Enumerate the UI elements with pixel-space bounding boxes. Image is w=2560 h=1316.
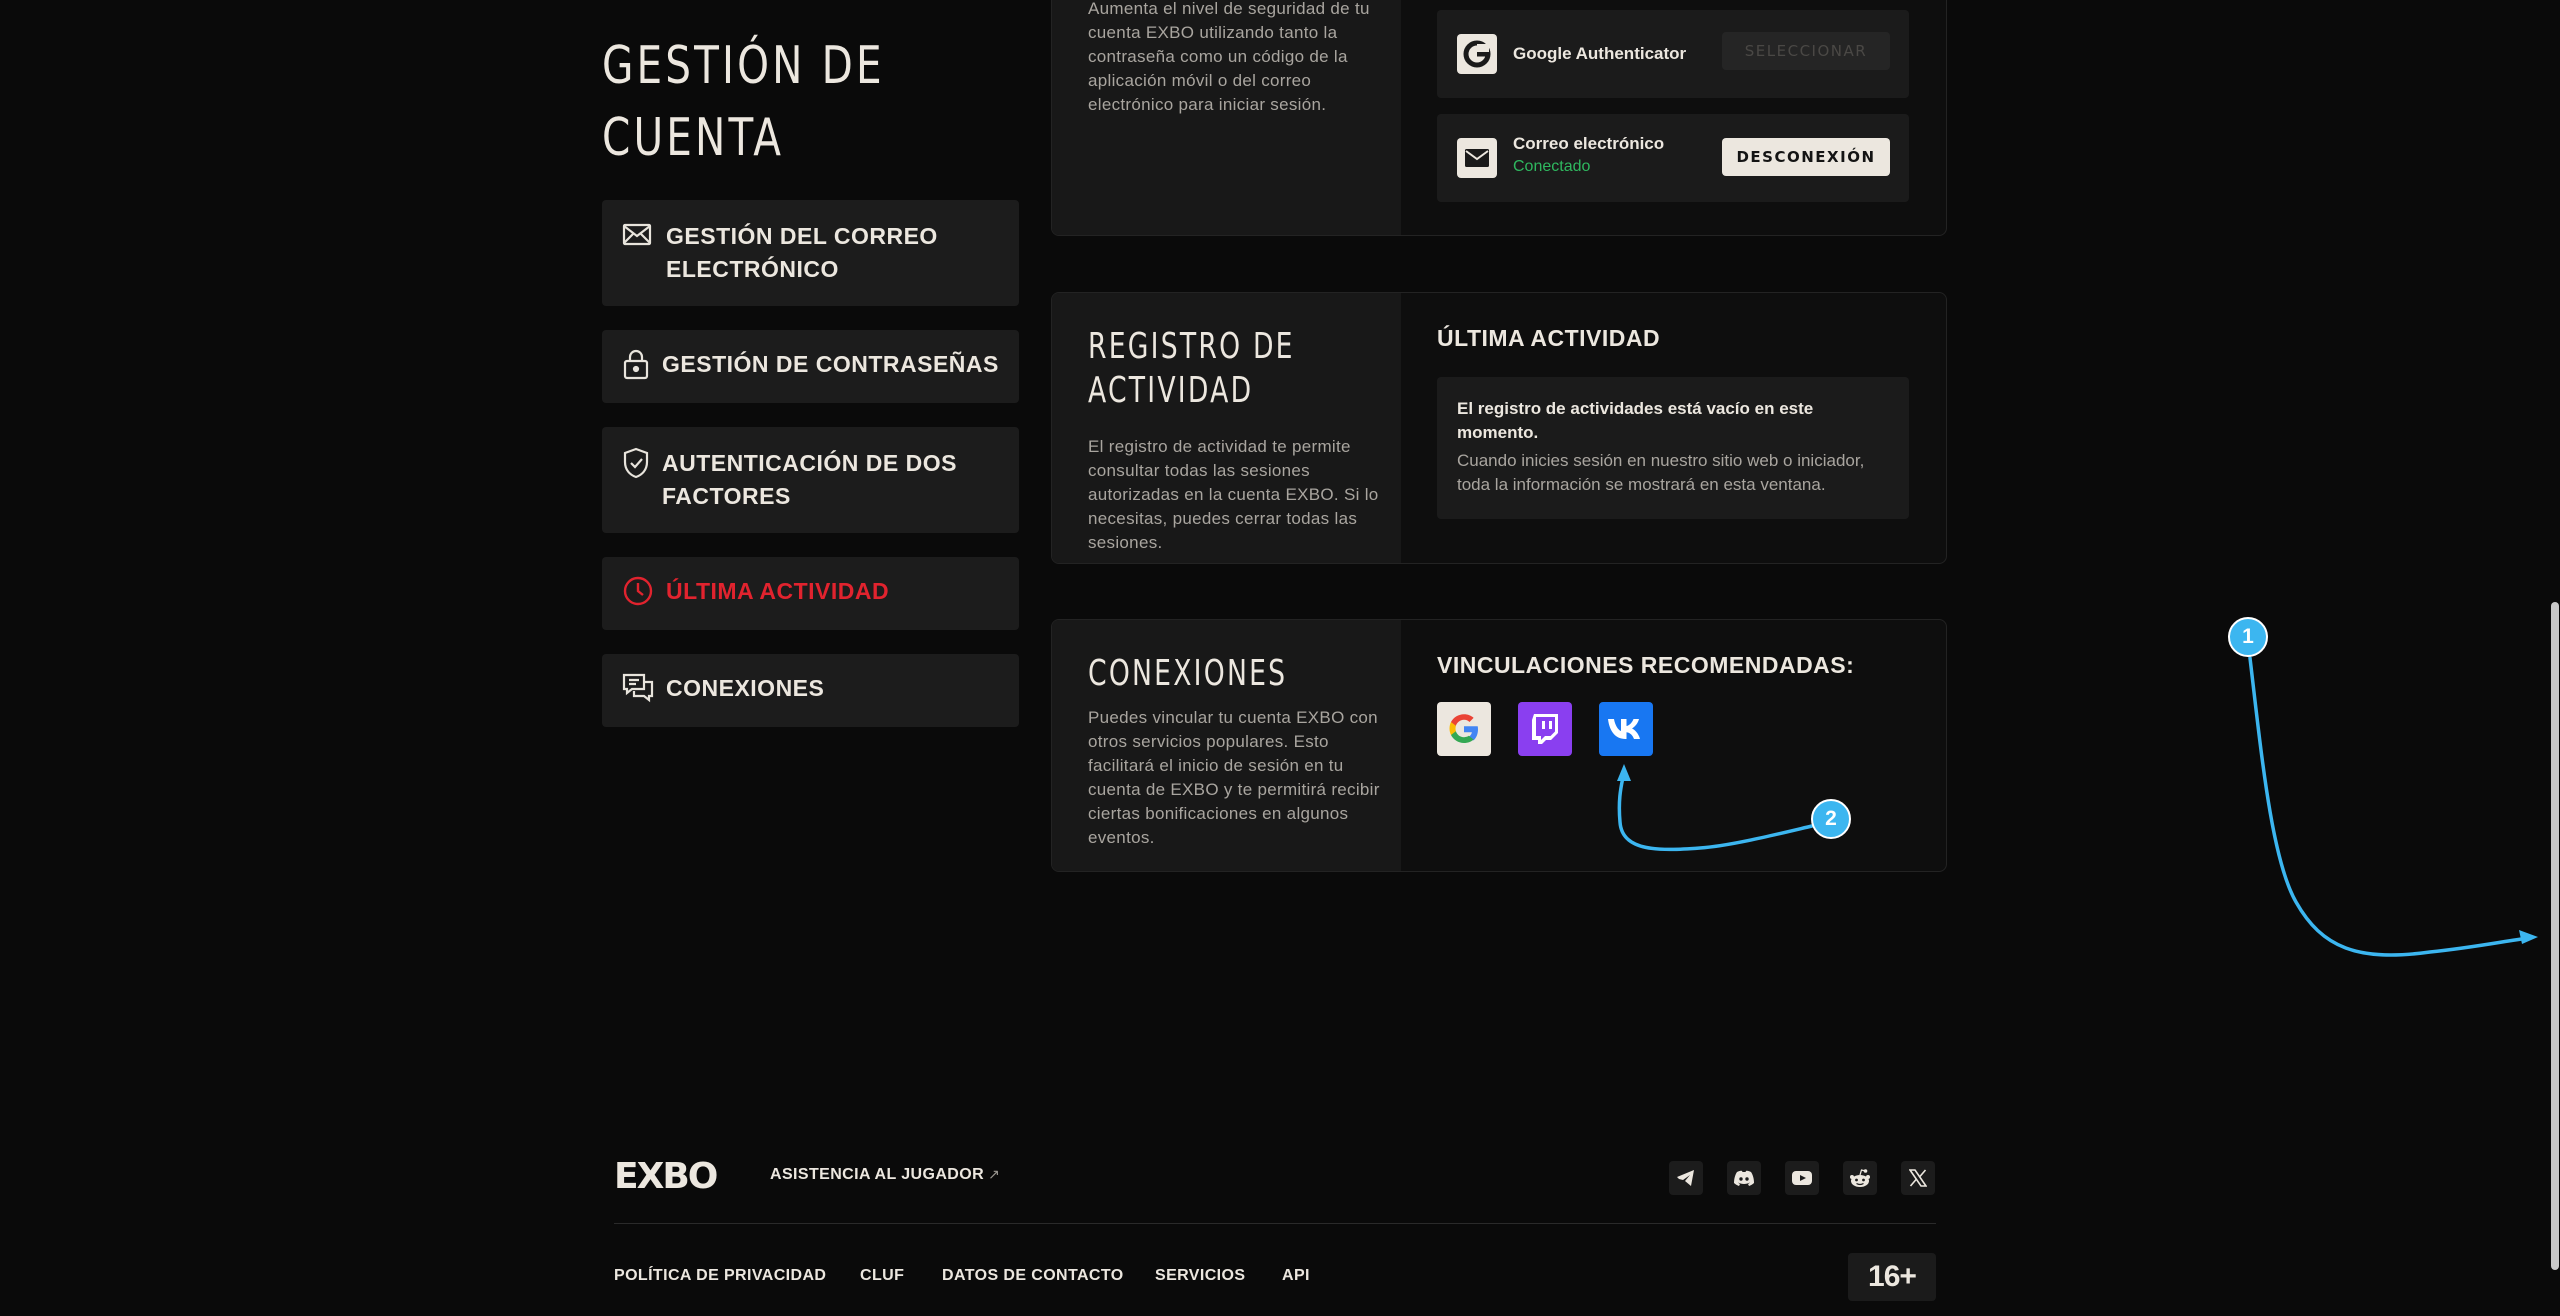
connections-card: CONEXIONES Puedes vincular tu cuenta EXB… [1051, 619, 1947, 872]
page-title: GESTIÓN DE CUENTA [602, 36, 885, 168]
x-link[interactable] [1901, 1161, 1935, 1195]
annotation-marker-1: 1 [2228, 617, 2268, 657]
email-method-row: Correo electrónico Conectado DESCONEXIÓN [1437, 114, 1909, 202]
youtube-link[interactable] [1785, 1161, 1819, 1195]
sidebar-item-password-management[interactable]: GESTIÓN DE CONTRASEÑAS [602, 330, 1019, 403]
activity-card: REGISTRO DE ACTIVIDAD El registro de act… [1051, 292, 1947, 564]
sidebar-item-two-factor[interactable]: AUTENTICACIÓN DE DOS FACTORES [602, 427, 1019, 533]
scrollbar-thumb[interactable] [2551, 602, 2559, 1270]
recommended-links-heading: VINCULACIONES RECOMENDADAS: [1437, 652, 1855, 678]
twitch-icon [1532, 714, 1558, 744]
annotation-arrow-1 [2248, 656, 2530, 957]
two-factor-card: Aumenta el nivel de seguridad de tu cuen… [1051, 0, 1947, 236]
select-button: SELECCIONAR [1722, 32, 1890, 70]
mail-icon [622, 220, 654, 252]
services-link[interactable]: SERVICIOS [1155, 1267, 1245, 1285]
empty-activity-text: Cuando inicies sesión en nuestro sitio w… [1457, 451, 1865, 494]
player-support-link[interactable]: ASISTENCIA AL JUGADOR ↗ [770, 1166, 1000, 1184]
sidebar-item-label: AUTENTICACIÓN DE DOS FACTORES [662, 450, 957, 509]
api-link[interactable]: API [1282, 1267, 1310, 1285]
twitch-link-button[interactable] [1518, 702, 1572, 756]
empty-activity-box: El registro de actividades está vacío en… [1437, 377, 1909, 519]
telegram-link[interactable] [1669, 1161, 1703, 1195]
google-link-button[interactable] [1437, 702, 1491, 756]
external-link-icon: ↗ [988, 1166, 1001, 1182]
google-authenticator-label: Google Authenticator [1513, 44, 1687, 63]
annotation-marker-2: 2 [1811, 799, 1851, 839]
age-rating-badge: 16+ [1848, 1253, 1936, 1301]
youtube-icon [1792, 1171, 1812, 1185]
empty-activity-title: El registro de actividades está vacío en… [1457, 399, 1814, 442]
google-g-icon [1457, 34, 1497, 74]
annotation-arrowhead-1 [2519, 930, 2538, 944]
player-support-label: ASISTENCIA AL JUGADOR [770, 1166, 985, 1183]
google-authenticator-row: Google Authenticator SELECCIONAR [1437, 10, 1909, 98]
discord-icon [1734, 1170, 1754, 1186]
sidebar-item-label: GESTIÓN DE CONTRASEÑAS [662, 351, 999, 377]
email-method-label: Correo electrónico [1513, 134, 1665, 153]
sidebar-item-connections[interactable]: CONEXIONES [602, 654, 1019, 727]
envelope-icon [1457, 138, 1497, 178]
discord-link[interactable] [1727, 1161, 1761, 1195]
sidebar-item-last-activity[interactable]: ÚLTIMA ACTIVIDAD [602, 557, 1019, 630]
activity-title: REGISTRO DE ACTIVIDAD [1088, 326, 1295, 411]
activity-description: El registro de actividad te permite cons… [1088, 437, 1379, 552]
google-icon [1449, 714, 1478, 743]
disconnect-button[interactable]: DESCONEXIÓN [1722, 138, 1890, 176]
connections-title: CONEXIONES [1088, 653, 1288, 694]
exbo-logo-text: EXBO [614, 1157, 717, 1193]
contact-link[interactable]: DATOS DE CONTACTO [942, 1267, 1124, 1285]
connections-description: Puedes vincular tu cuenta EXBO con otros… [1088, 708, 1380, 847]
lock-icon [622, 348, 650, 380]
telegram-icon [1677, 1170, 1694, 1186]
vk-icon [1608, 719, 1640, 739]
eula-link[interactable]: CLUF [860, 1267, 904, 1285]
status-badge: Conectado [1513, 158, 1591, 175]
vk-link-button[interactable] [1599, 702, 1653, 756]
privacy-policy-link[interactable]: POLÍTICA DE PRIVACIDAD [614, 1267, 826, 1285]
x-icon [1909, 1169, 1927, 1187]
reddit-link[interactable] [1843, 1161, 1877, 1195]
two-factor-description: Aumenta el nivel de seguridad de tu cuen… [1088, 0, 1370, 114]
last-activity-heading: ÚLTIMA ACTIVIDAD [1437, 325, 1661, 351]
shield-check-icon [622, 447, 650, 479]
sidebar-item-label: CONEXIONES [666, 675, 825, 701]
sidebar-item-label: ÚLTIMA ACTIVIDAD [666, 578, 890, 604]
clock-icon [622, 575, 654, 607]
chat-icon [622, 672, 654, 704]
reddit-icon [1850, 1169, 1870, 1187]
sidebar-item-label: GESTIÓN DEL CORREO ELECTRÓNICO [666, 223, 938, 282]
footer-divider [614, 1223, 1936, 1224]
exbo-logo[interactable]: EXBO [614, 1157, 722, 1193]
sidebar-item-email-management[interactable]: GESTIÓN DEL CORREO ELECTRÓNICO [602, 200, 1019, 306]
